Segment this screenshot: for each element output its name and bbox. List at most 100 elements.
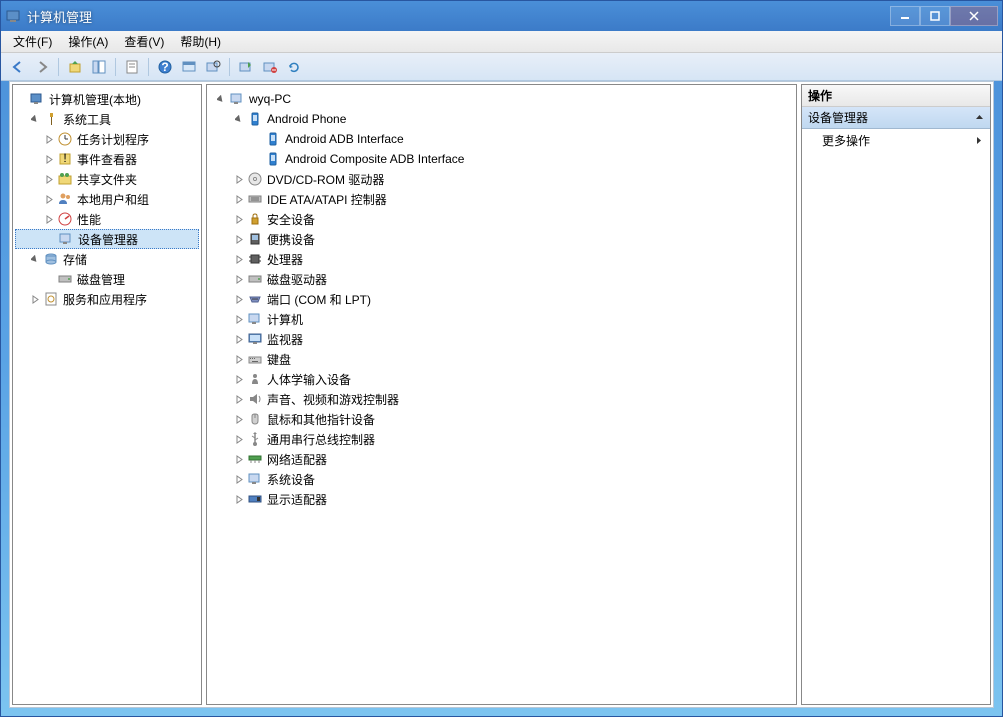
expand-icon[interactable] <box>233 173 245 185</box>
device-computer-root[interactable]: wyq-PC <box>209 89 794 109</box>
device-disk-drives[interactable]: 磁盘驱动器 <box>209 269 794 289</box>
tree-local-users[interactable]: 本地用户和组 <box>15 189 199 209</box>
menu-action[interactable]: 操作(A) <box>60 31 116 52</box>
device-audio[interactable]: 声音、视频和游戏控制器 <box>209 389 794 409</box>
tree-disk-management[interactable]: 磁盘管理 <box>15 269 199 289</box>
tree-storage[interactable]: 存储 <box>15 249 199 269</box>
tree-performance[interactable]: 性能 <box>15 209 199 229</box>
expand-icon[interactable] <box>233 313 245 325</box>
expand-icon[interactable] <box>43 133 55 145</box>
tree-shared-folders[interactable]: 共享文件夹 <box>15 169 199 189</box>
expand-icon[interactable] <box>233 233 245 245</box>
device-network[interactable]: 网络适配器 <box>209 449 794 469</box>
maximize-button[interactable] <box>920 6 950 26</box>
expand-icon[interactable] <box>43 213 55 225</box>
device-icon <box>265 131 281 147</box>
device-android-composite[interactable]: Android Composite ADB Interface <box>209 149 794 169</box>
menu-view[interactable]: 查看(V) <box>116 31 172 52</box>
device-keyboards[interactable]: 键盘 <box>209 349 794 369</box>
forward-button[interactable] <box>31 56 53 78</box>
device-security[interactable]: 安全设备 <box>209 209 794 229</box>
device-portable[interactable]: 便携设备 <box>209 229 794 249</box>
device-hid[interactable]: 人体学输入设备 <box>209 369 794 389</box>
refresh-button[interactable] <box>283 56 305 78</box>
actions-section[interactable]: 设备管理器 <box>802 107 990 129</box>
users-icon <box>57 191 73 207</box>
tree-event-viewer[interactable]: ! 事件查看器 <box>15 149 199 169</box>
expand-icon[interactable] <box>233 333 245 345</box>
expand-icon[interactable] <box>233 373 245 385</box>
device-android-adb[interactable]: Android ADB Interface <box>209 129 794 149</box>
expand-icon[interactable] <box>29 293 41 305</box>
expand-icon[interactable] <box>233 253 245 265</box>
device-processors[interactable]: 处理器 <box>209 249 794 269</box>
expand-icon[interactable] <box>233 413 245 425</box>
display-adapter-icon <box>247 491 263 507</box>
menu-help[interactable]: 帮助(H) <box>172 31 229 52</box>
disk-icon <box>57 271 73 287</box>
tree-system-tools[interactable]: 系统工具 <box>15 109 199 129</box>
more-actions-item[interactable]: 更多操作 <box>802 129 990 151</box>
expand-icon[interactable] <box>233 493 245 505</box>
tree-label: 网络适配器 <box>267 451 327 468</box>
tree-label: 通用串行总线控制器 <box>267 431 375 448</box>
device-system[interactable]: 系统设备 <box>209 469 794 489</box>
device-monitors[interactable]: 监视器 <box>209 329 794 349</box>
tree-label: wyq-PC <box>249 92 291 106</box>
device-display-adapters[interactable]: 显示适配器 <box>209 489 794 509</box>
toolbar-button-7[interactable] <box>202 56 224 78</box>
collapse-icon[interactable] <box>29 253 41 265</box>
expand-icon[interactable] <box>233 393 245 405</box>
minimize-button[interactable] <box>890 6 920 26</box>
expand-icon[interactable] <box>233 453 245 465</box>
expand-icon[interactable] <box>233 353 245 365</box>
device-android-phone[interactable]: Android Phone <box>209 109 794 129</box>
left-tree-panel: 计算机管理(本地) 系统工具 任务计划程序 ! <box>12 84 202 705</box>
toolbar-separator <box>229 58 230 76</box>
tree-label: 鼠标和其他指针设备 <box>267 411 375 428</box>
device-computers[interactable]: 计算机 <box>209 309 794 329</box>
tree-task-scheduler[interactable]: 任务计划程序 <box>15 129 199 149</box>
device-ide-ata[interactable]: IDE ATA/ATAPI 控制器 <box>209 189 794 209</box>
menu-file[interactable]: 文件(F) <box>5 31 60 52</box>
tree-root-computer-management[interactable]: 计算机管理(本地) <box>15 89 199 109</box>
back-button[interactable] <box>7 56 29 78</box>
tree-label: Android Composite ADB Interface <box>285 152 464 166</box>
toolbar-button-9[interactable] <box>259 56 281 78</box>
expand-icon[interactable] <box>43 153 55 165</box>
device-ports[interactable]: 端口 (COM 和 LPT) <box>209 289 794 309</box>
collapse-icon[interactable] <box>29 113 41 125</box>
app-icon <box>5 8 21 24</box>
device-dvdcd[interactable]: DVD/CD-ROM 驱动器 <box>209 169 794 189</box>
device-tree-panel: wyq-PC Android Phone Android ADB Interfa… <box>206 84 797 705</box>
tree-label: IDE ATA/ATAPI 控制器 <box>267 191 387 208</box>
tree-label: 键盘 <box>267 351 291 368</box>
collapse-icon[interactable] <box>233 113 245 125</box>
svg-text:!: ! <box>63 151 66 165</box>
help-button[interactable]: ? <box>154 56 176 78</box>
close-button[interactable] <box>950 6 998 26</box>
expand-icon[interactable] <box>233 433 245 445</box>
toolbar-button-8[interactable] <box>235 56 257 78</box>
expand-icon[interactable] <box>233 213 245 225</box>
expand-icon[interactable] <box>43 173 55 185</box>
tree-device-manager[interactable]: 设备管理器 <box>15 229 199 249</box>
toolbar-button-6[interactable] <box>178 56 200 78</box>
collapse-icon[interactable] <box>215 93 227 105</box>
monitor-icon <box>247 331 263 347</box>
tree-label: 共享文件夹 <box>77 171 137 188</box>
up-button[interactable] <box>64 56 86 78</box>
disk-drive-icon <box>247 271 263 287</box>
expand-icon[interactable] <box>43 193 55 205</box>
expand-icon[interactable] <box>233 273 245 285</box>
show-hide-tree-button[interactable] <box>88 56 110 78</box>
usb-icon <box>247 431 263 447</box>
properties-button[interactable] <box>121 56 143 78</box>
expand-icon[interactable] <box>233 193 245 205</box>
device-mice[interactable]: 鼠标和其他指针设备 <box>209 409 794 429</box>
expand-icon[interactable] <box>233 293 245 305</box>
action-label: 更多操作 <box>822 132 870 149</box>
tree-services[interactable]: 服务和应用程序 <box>15 289 199 309</box>
device-usb[interactable]: 通用串行总线控制器 <box>209 429 794 449</box>
expand-icon[interactable] <box>233 473 245 485</box>
